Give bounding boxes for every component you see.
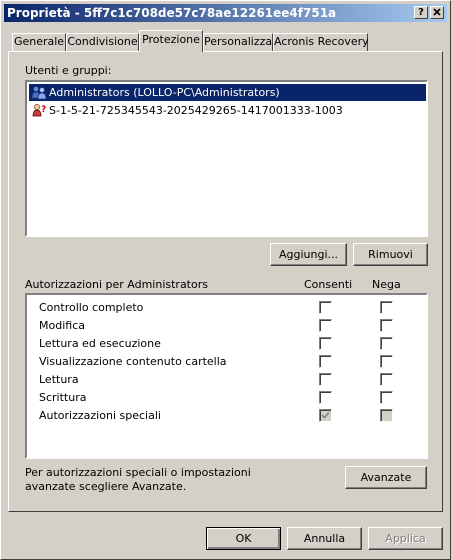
- deny-checkbox-modifica[interactable]: [380, 319, 393, 332]
- permission-row-visualizzazione: Visualizzazione contenuto cartella: [39, 355, 227, 368]
- deny-checkbox-scrittura[interactable]: [380, 391, 393, 404]
- allow-checkbox-speciali[interactable]: [319, 409, 332, 422]
- users-list[interactable]: Administrators (LOLLO-PC\Administrators)…: [25, 80, 428, 237]
- close-button[interactable]: [430, 6, 444, 19]
- user-item-label: S-1-5-21-725345543-2025429265-1417001333…: [49, 104, 343, 117]
- allow-checkbox-modifica[interactable]: [319, 319, 332, 332]
- deny-checkbox-lettura[interactable]: [380, 373, 393, 386]
- group-icon: [31, 86, 47, 100]
- allow-checkbox-lettura-esecuzione[interactable]: [319, 337, 332, 350]
- users-groups-label: Utenti e gruppi:: [25, 64, 112, 77]
- check-mark-icon: [321, 411, 330, 419]
- help-button[interactable]: ?: [414, 6, 428, 19]
- ok-button[interactable]: OK: [206, 527, 281, 550]
- permission-row-lettura-esecuzione: Lettura ed esecuzione: [39, 337, 161, 350]
- advanced-note-line2: avanzate scegliere Avanzate.: [25, 480, 187, 493]
- allow-checkbox-scrittura[interactable]: [319, 391, 332, 404]
- cancel-button[interactable]: Annulla: [287, 527, 362, 550]
- permission-row-controllo-completo: Controllo completo: [39, 301, 144, 314]
- protezione-panel: Utenti e gruppi: Administrators (LOLLO-P…: [8, 51, 443, 512]
- close-icon: [433, 8, 441, 16]
- allow-checkbox-controllo-completo[interactable]: [319, 301, 332, 314]
- deny-checkbox-visualizzazione[interactable]: [380, 355, 393, 368]
- tab-condivisione[interactable]: Condivisione: [66, 33, 139, 51]
- properties-window: Proprietà - 5ff7c1c708de57c78ae12261ee4f…: [0, 0, 451, 560]
- user-item-administrators[interactable]: Administrators (LOLLO-PC\Administrators): [29, 84, 426, 101]
- deny-checkbox-controllo-completo[interactable]: [380, 301, 393, 314]
- permission-row-scrittura: Scrittura: [39, 391, 87, 404]
- permission-row-modifica: Modifica: [39, 319, 85, 332]
- deny-checkbox-speciali[interactable]: [380, 409, 393, 422]
- tab-protezione[interactable]: Protezione: [139, 30, 203, 52]
- advanced-note-line1: Per autorizzazioni speciali o impostazio…: [25, 466, 251, 479]
- deny-checkbox-lettura-esecuzione[interactable]: [380, 337, 393, 350]
- tab-strip: Generale Condivisione Protezione Persona…: [1, 30, 451, 52]
- remove-button[interactable]: Rimuovi: [353, 243, 428, 266]
- allow-column-header: Consenti: [304, 278, 353, 291]
- svg-text:?: ?: [41, 105, 46, 115]
- tab-personalizza[interactable]: Personalizza: [203, 33, 273, 51]
- allow-checkbox-lettura[interactable]: [319, 373, 332, 386]
- permission-row-speciali: Autorizzazioni speciali: [39, 409, 161, 422]
- window-title: Proprietà - 5ff7c1c708de57c78ae12261ee4f…: [7, 6, 337, 20]
- permission-row-lettura: Lettura: [39, 373, 79, 386]
- user-item-label: Administrators (LOLLO-PC\Administrators): [49, 86, 280, 99]
- unknown-user-icon: ?: [32, 104, 46, 117]
- title-bar[interactable]: Proprietà - 5ff7c1c708de57c78ae12261ee4f…: [4, 4, 447, 22]
- permissions-list: Controllo completo Modifica Lettura ed e…: [25, 293, 428, 459]
- tab-acronis-recovery[interactable]: Acronis Recovery: [273, 33, 369, 51]
- allow-checkbox-visualizzazione[interactable]: [319, 355, 332, 368]
- deny-column-header: Nega: [372, 278, 401, 291]
- tab-generale[interactable]: Generale: [12, 33, 66, 51]
- apply-button[interactable]: Applica: [368, 527, 443, 550]
- permissions-header: Autorizzazioni per Administrators: [25, 278, 208, 291]
- add-button[interactable]: Aggiungi...: [270, 243, 347, 266]
- advanced-button[interactable]: Avanzate: [345, 466, 427, 489]
